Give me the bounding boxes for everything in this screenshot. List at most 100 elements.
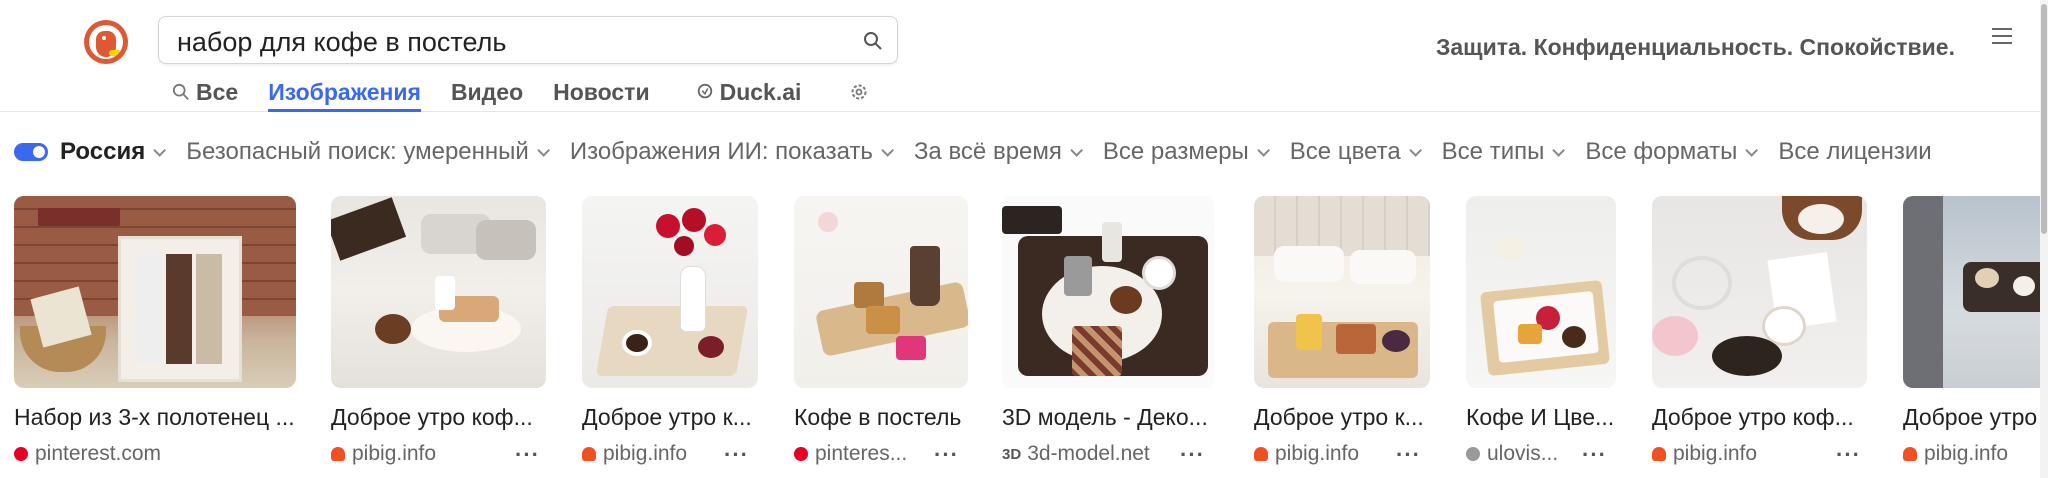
- chevron-down-icon: [1552, 143, 1566, 157]
- region-toggle[interactable]: [14, 143, 48, 161]
- chevron-down-icon: [537, 143, 550, 157]
- result-source-label: pinteres...: [815, 442, 908, 465]
- result-title[interactable]: Доброе утро коф...: [1652, 404, 1867, 431]
- tab-news[interactable]: Новости: [553, 76, 649, 108]
- tab-settings[interactable]: [849, 76, 875, 108]
- license-filter[interactable]: Все лицензии: [1778, 138, 1931, 166]
- tab-duck-ai[interactable]: Duck.ai: [696, 76, 801, 108]
- result-title[interactable]: Доброе утро к...: [1254, 404, 1430, 431]
- result-source-label: pibig.info: [1924, 442, 2009, 465]
- chevron-down-icon: [1745, 143, 1759, 157]
- header: набор для кофе в постель Защита. Конфиде…: [0, 0, 2048, 112]
- license-label: Все лицензии: [1778, 138, 1932, 165]
- duckduckgo-logo[interactable]: [84, 20, 128, 64]
- region-filter[interactable]: Россия: [14, 138, 167, 166]
- time-filter[interactable]: За всё время: [913, 138, 1083, 166]
- ai-images-label: Изображения ИИ: показать: [569, 138, 873, 165]
- result-title[interactable]: Кофе в постель: [794, 404, 968, 431]
- result-source-label: 3d-model.net: [1027, 442, 1150, 465]
- 3d-model-icon: 3D: [1002, 445, 1022, 463]
- search-input[interactable]: набор для кофе в постель: [177, 27, 506, 58]
- result-title[interactable]: 3D модель - Деко...: [1002, 404, 1214, 431]
- result-title[interactable]: Набор из 3-х полотенец ...: [14, 404, 296, 431]
- pibig-icon: [1652, 447, 1666, 461]
- result-source-label: pibig.info: [603, 442, 688, 465]
- result-source-label: pibig.info: [352, 442, 437, 465]
- more-options-icon[interactable]: ···: [1836, 442, 1861, 468]
- safe-search-label: Безопасный поиск: умеренный: [186, 138, 529, 165]
- more-options-icon[interactable]: ···: [1582, 442, 1607, 468]
- more-options-icon[interactable]: ···: [934, 442, 959, 468]
- result-thumbnail[interactable]: [582, 196, 758, 388]
- tab-news-label: Новости: [553, 78, 650, 105]
- image-results: Набор из 3-х полотенец ... pinterest.com…: [0, 196, 2040, 478]
- ulovis-icon: [1466, 447, 1480, 461]
- result-thumbnail[interactable]: [1652, 196, 1867, 388]
- color-label: Все цвета: [1289, 138, 1401, 165]
- result-source-label: ulovis...: [1487, 442, 1559, 465]
- result-thumbnail[interactable]: [794, 196, 968, 388]
- result-source[interactable]: ulovis...: [1466, 442, 1558, 466]
- pinterest-icon: [14, 447, 28, 461]
- result-thumbnail[interactable]: [331, 196, 546, 388]
- result-source-label: pibig.info: [1275, 442, 1360, 465]
- type-filter[interactable]: Все типы: [1441, 138, 1566, 166]
- result-source-label: pinterest.com: [35, 442, 162, 465]
- time-label: За всё время: [913, 138, 1062, 165]
- chevron-down-icon: [1408, 143, 1422, 157]
- scrollbar-thumb[interactable]: [2041, 4, 2047, 234]
- more-options-icon[interactable]: ···: [1180, 442, 1205, 468]
- result-source[interactable]: pibig.info: [1903, 442, 2008, 466]
- size-filter[interactable]: Все размеры: [1102, 138, 1270, 166]
- more-options-icon[interactable]: ···: [515, 442, 540, 468]
- menu-icon[interactable]: [1992, 28, 2012, 44]
- result-source[interactable]: pinterest.com: [14, 442, 161, 466]
- safe-search-filter[interactable]: Безопасный поиск: умеренный: [186, 138, 550, 166]
- tagline: Защита. Конфиденциальность. Спокойствие.: [1435, 34, 1955, 60]
- chevron-down-icon: [881, 143, 894, 157]
- tab-video[interactable]: Видео: [451, 76, 523, 108]
- pibig-icon: [582, 447, 596, 461]
- color-filter[interactable]: Все цвета: [1289, 138, 1422, 166]
- pinterest-icon: [794, 447, 808, 461]
- format-filter[interactable]: Все форматы: [1585, 138, 1759, 166]
- result-source[interactable]: pibig.info: [582, 442, 687, 466]
- type-label: Все типы: [1441, 138, 1545, 165]
- more-options-icon[interactable]: ···: [1396, 442, 1421, 468]
- result-thumbnail[interactable]: [1466, 196, 1616, 388]
- pibig-icon: [1903, 447, 1917, 461]
- result-thumbnail[interactable]: [1002, 196, 1214, 388]
- more-options-icon[interactable]: ···: [724, 442, 749, 468]
- chevron-down-icon: [1257, 143, 1270, 157]
- pibig-icon: [331, 447, 345, 461]
- tab-images-label: Изображения: [268, 78, 421, 105]
- search-tabs: Все Изображения Видео Новости Duck.ai: [172, 76, 905, 112]
- format-label: Все форматы: [1585, 138, 1738, 165]
- result-title[interactable]: Доброе утро к...: [582, 404, 758, 431]
- filter-bar: Россия Безопасный поиск: умеренный Изобр…: [14, 134, 2040, 170]
- result-thumbnail[interactable]: [1903, 196, 2040, 388]
- result-source[interactable]: pibig.info: [331, 442, 436, 466]
- result-title[interactable]: Доброе утро: [1903, 404, 2040, 431]
- result-title[interactable]: Доброе утро коф...: [331, 404, 546, 431]
- tab-video-label: Видео: [450, 78, 524, 105]
- result-thumbnail[interactable]: [1254, 196, 1430, 388]
- tab-images[interactable]: Изображения: [268, 76, 421, 112]
- tab-all-label: Все: [196, 78, 239, 105]
- size-label: Все размеры: [1102, 138, 1249, 165]
- result-source[interactable]: 3D 3d-model.net: [1002, 442, 1150, 466]
- chat-icon: [697, 83, 712, 99]
- ai-images-filter[interactable]: Изображения ИИ: показать: [569, 138, 894, 166]
- search-box[interactable]: набор для кофе в постель: [158, 16, 898, 64]
- image-result[interactable]: Доброе утро pibig.info: [1903, 196, 2040, 478]
- tab-all[interactable]: Все: [172, 76, 238, 108]
- result-source-label: pibig.info: [1673, 442, 1758, 465]
- result-title[interactable]: Кофе И Цве...: [1466, 404, 1616, 431]
- result-source[interactable]: pinteres...: [794, 442, 907, 466]
- gear-icon: [851, 84, 867, 100]
- chevron-down-icon: [153, 143, 167, 157]
- result-thumbnail[interactable]: [14, 196, 296, 388]
- result-source[interactable]: pibig.info: [1254, 442, 1359, 466]
- search-icon[interactable]: [863, 31, 883, 51]
- result-source[interactable]: pibig.info: [1652, 442, 1757, 466]
